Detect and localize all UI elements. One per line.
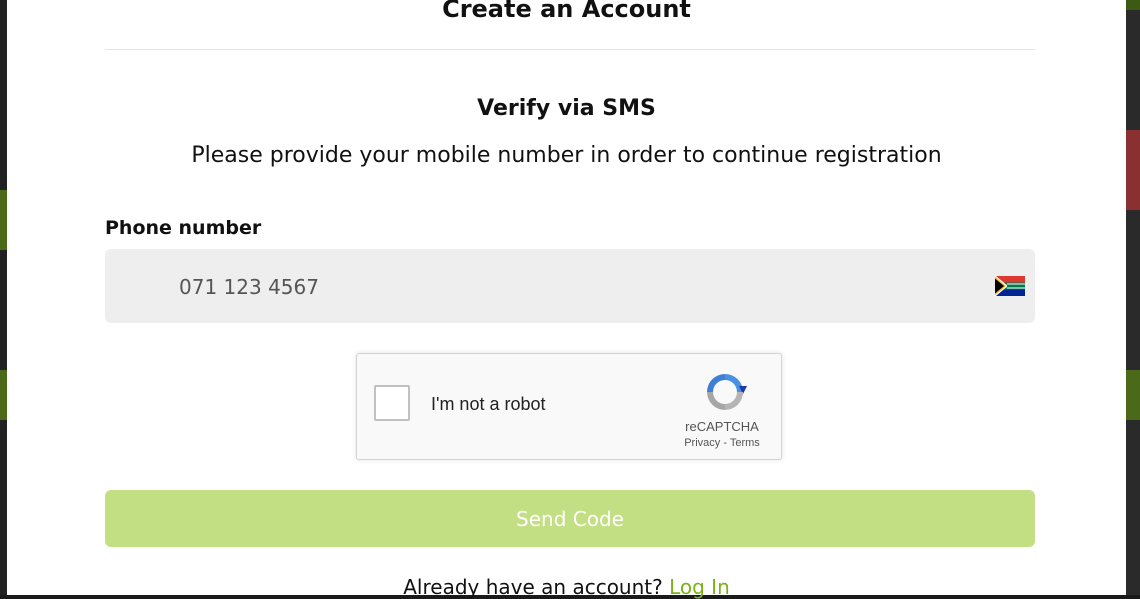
login-link[interactable]: Log In xyxy=(669,575,730,599)
send-code-button[interactable]: Send Code xyxy=(105,490,1035,547)
create-account-modal: Create an Account Verify via SMS Please … xyxy=(7,0,1126,599)
verify-instruction: Please provide your mobile number in ord… xyxy=(191,143,942,168)
login-prompt: Already have an account? Log In xyxy=(7,575,1126,599)
recaptcha-widget: I'm not a robot reCAPTCHA Privacy - Term… xyxy=(356,353,782,460)
south-africa-flag-icon[interactable] xyxy=(995,276,1025,296)
recaptcha-label: I'm not a robot xyxy=(431,394,546,414)
modal-title: Create an Account xyxy=(442,0,691,23)
login-prompt-text: Already have an account? xyxy=(403,575,663,599)
recaptcha-logo-icon xyxy=(707,374,747,410)
phone-label: Phone number xyxy=(105,217,262,239)
recaptcha-checkbox[interactable] xyxy=(374,385,410,421)
recaptcha-terms-link[interactable]: Terms xyxy=(730,437,760,449)
recaptcha-brand: reCAPTCHA xyxy=(685,419,759,434)
recaptcha-links: Privacy - Terms xyxy=(667,437,777,449)
title-divider xyxy=(105,49,1035,50)
phone-input[interactable] xyxy=(177,249,941,325)
background-right-edge xyxy=(1126,0,1140,595)
recaptcha-link-separator: - xyxy=(720,437,730,449)
recaptcha-privacy-link[interactable]: Privacy xyxy=(684,437,720,449)
verify-heading: Verify via SMS xyxy=(477,96,656,121)
phone-field[interactable] xyxy=(105,249,1035,325)
background-stripe xyxy=(1126,370,1140,420)
background-stripe xyxy=(1126,130,1140,210)
background-stripe xyxy=(1126,0,1140,10)
